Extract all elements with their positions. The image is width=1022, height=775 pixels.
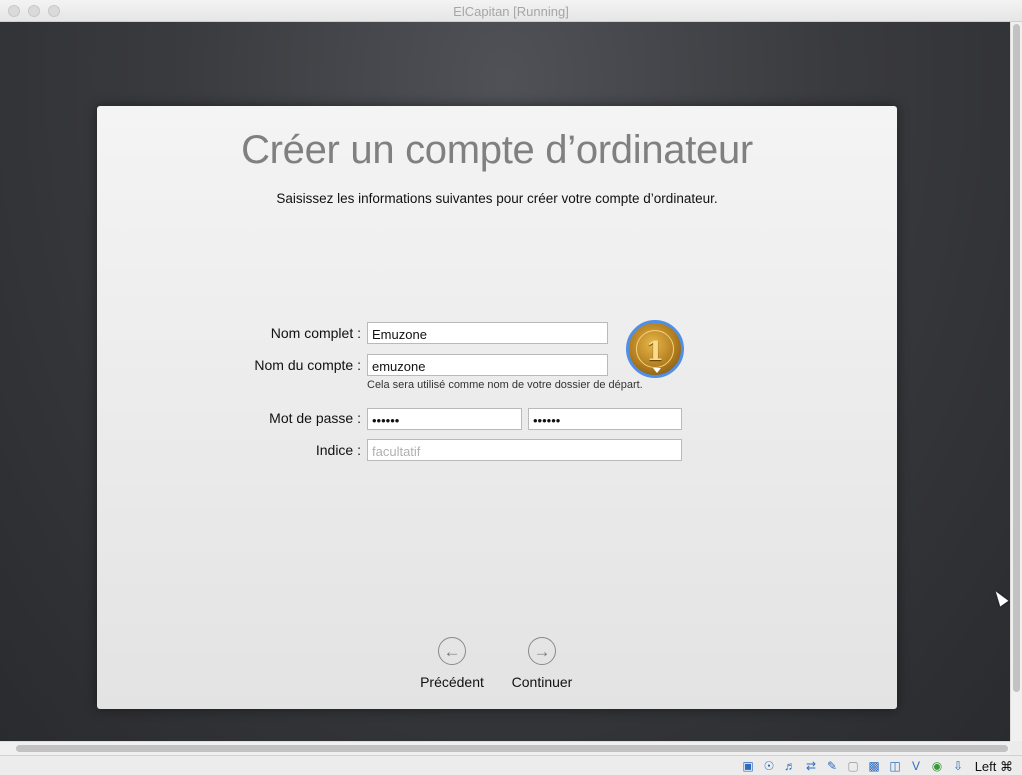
setup-assistant-panel: Créer un compte d’ordinateur Saisissez l… <box>97 106 897 709</box>
continue-button[interactable]: → Continuer <box>497 637 587 690</box>
download-icon[interactable]: ⇩ <box>950 758 966 773</box>
avatar-number: 1 <box>645 337 665 367</box>
optical-disk-icon[interactable]: ☉ <box>761 758 777 773</box>
account-name-help-text: Cela sera utilisé comme nom de votre dos… <box>367 379 643 391</box>
continue-button-label: Continuer <box>511 674 573 690</box>
user-avatar-picker[interactable]: 1 <box>626 320 684 378</box>
hard-disk-icon[interactable]: ▣ <box>740 758 756 773</box>
shared-folder-icon[interactable]: ▢ <box>845 758 861 773</box>
video-capture-icon[interactable]: ◫ <box>887 758 903 773</box>
vertical-scrollbar-thumb[interactable] <box>1013 24 1020 692</box>
full-name-field[interactable]: Emuzone <box>367 322 608 344</box>
globe-icon[interactable]: ◉ <box>929 758 945 773</box>
back-button[interactable]: ← Précédent <box>407 637 497 690</box>
verify-password-field[interactable]: •••••• <box>528 408 682 430</box>
arrow-left-icon: ← <box>438 637 466 665</box>
full-name-label: Nom complet : <box>270 325 361 341</box>
password-field[interactable]: •••••• <box>367 408 522 430</box>
hint-label: Indice : <box>315 442 361 458</box>
page-subtitle: Saisissez les informations suivantes pou… <box>276 191 718 206</box>
usb-icon[interactable]: ✎ <box>824 758 840 773</box>
vm-display[interactable]: Créer un compte d’ordinateur Saisissez l… <box>0 22 1010 741</box>
page-title: Créer un compte d’ordinateur <box>241 128 753 172</box>
network-icon[interactable]: ⇄ <box>803 758 819 773</box>
mouse-cursor-icon <box>991 588 1009 607</box>
back-button-label: Précédent <box>420 674 484 690</box>
window-title: ElCapitan [Running] <box>453 4 569 19</box>
horizontal-scrollbar[interactable] <box>0 741 1010 755</box>
avatar-dropdown-icon <box>653 368 661 373</box>
hint-field[interactable]: facultatif <box>367 439 682 461</box>
display-icon[interactable]: ▩ <box>866 758 882 773</box>
host-key-indicator: Left ⌘ <box>974 759 1013 774</box>
arrow-right-icon: → <box>528 637 556 665</box>
password-label: Mot de passe : <box>269 410 361 426</box>
audio-icon[interactable]: ♬ <box>782 758 798 773</box>
account-name-field[interactable]: emuzone <box>367 354 608 376</box>
avatar-medal-icon: 1 <box>636 330 674 368</box>
account-name-label: Nom du compte : <box>254 357 361 373</box>
horizontal-scrollbar-thumb[interactable] <box>16 745 1008 752</box>
virtualization-icon[interactable]: V <box>908 758 924 773</box>
vertical-scrollbar[interactable] <box>1010 22 1022 741</box>
window-titlebar: ElCapitan [Running] <box>0 0 1022 22</box>
vm-status-bar: ▣ ☉ ♬ ⇄ ✎ ▢ ▩ ◫ V ◉ ⇩ Left ⌘ <box>0 755 1022 775</box>
